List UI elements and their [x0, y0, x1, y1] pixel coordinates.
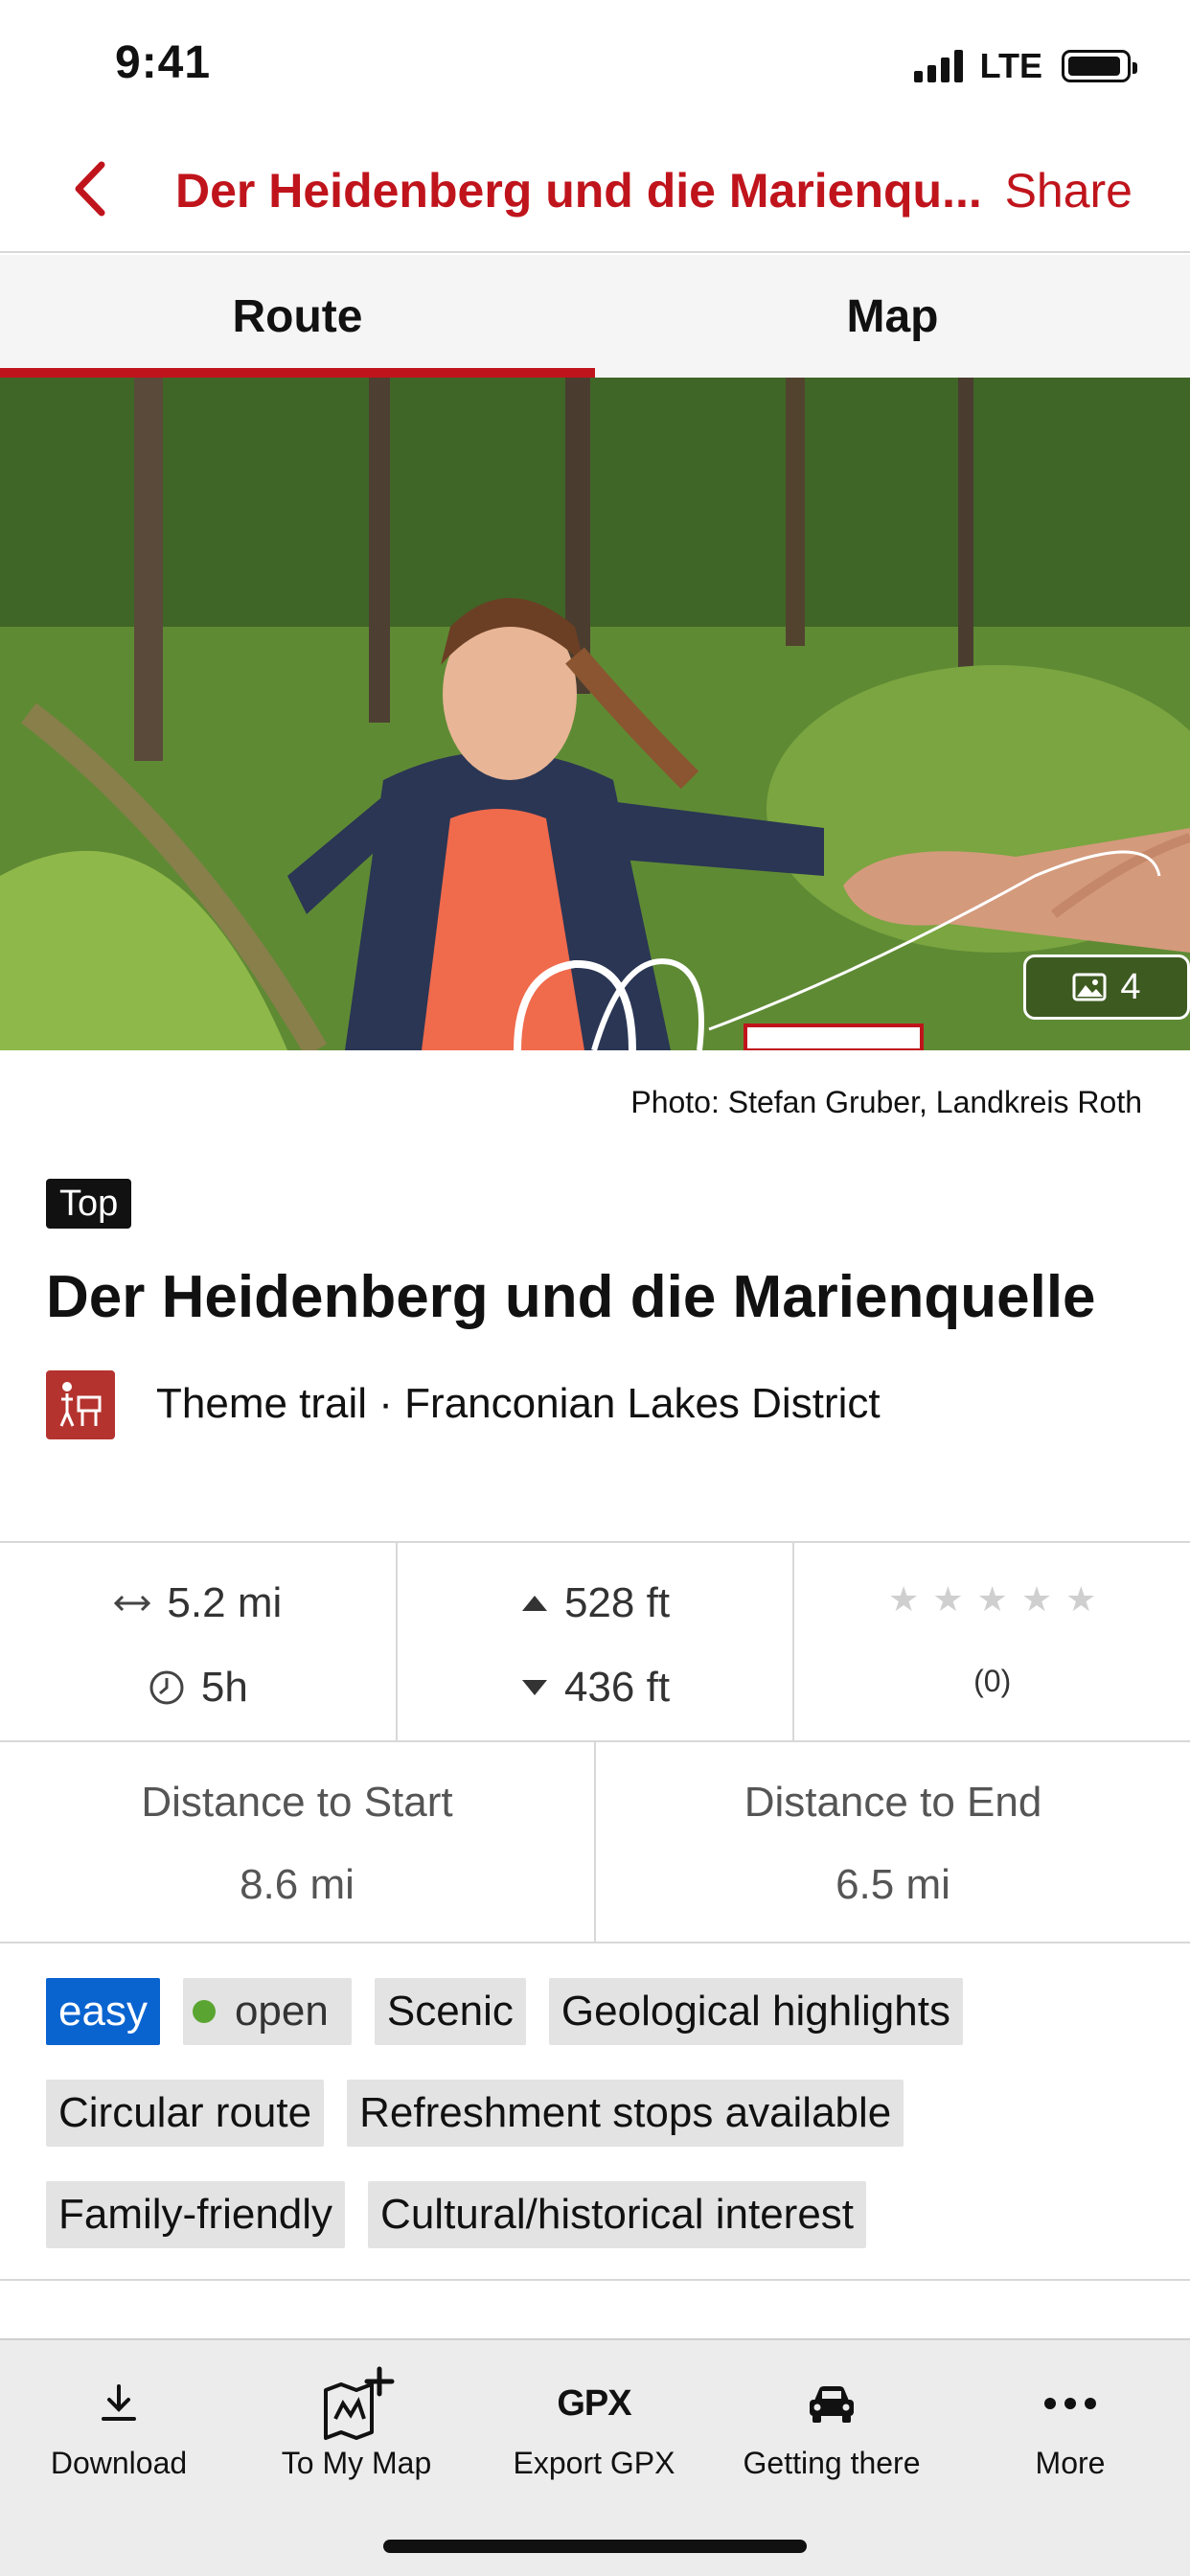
- back-button[interactable]: [57, 155, 125, 222]
- star-icon: ★: [1065, 1579, 1097, 1619]
- ascent-value: 528 ft: [563, 1579, 671, 1626]
- gpx-icon: GPX: [557, 2382, 631, 2424]
- tag-item: Scenic: [374, 1978, 526, 2045]
- rating-count: (0): [973, 1664, 1012, 1698]
- clock-icon: [149, 1670, 184, 1705]
- photo-count-badge[interactable]: 4: [1023, 954, 1190, 1020]
- getting-there-button[interactable]: Getting there: [713, 2340, 950, 2494]
- more-dots-icon: [1044, 2398, 1096, 2409]
- image-icon: [1072, 973, 1107, 1001]
- stats-grid: 5.2 mi 5h 528 ft 436 ft ★ ★ ★ ★ ★ (0): [0, 1541, 1190, 1742]
- to-my-map-label: To My Map: [281, 2446, 432, 2480]
- export-gpx-label: Export GPX: [513, 2446, 675, 2480]
- distance-to-end-label: Distance to End: [744, 1779, 1042, 1826]
- tab-map[interactable]: Map: [595, 255, 1190, 378]
- star-icon: ★: [1020, 1579, 1053, 1619]
- signal-icon: [913, 50, 963, 82]
- car-icon: [810, 2386, 854, 2423]
- map-add-icon: [324, 2366, 395, 2440]
- category-text: Theme trail · Franconian Lakes District: [156, 1380, 881, 1427]
- stats-rating[interactable]: ★ ★ ★ ★ ★ (0): [792, 1543, 1190, 1740]
- download-icon: [102, 2384, 136, 2421]
- photo-count: 4: [1120, 966, 1141, 1007]
- theme-trail-icon: [46, 1370, 115, 1439]
- to-my-map-button[interactable]: To My Map: [238, 2340, 475, 2494]
- distance-to-start-value: 8.6 mi: [240, 1861, 355, 1908]
- hero-illustration: [0, 378, 1190, 1050]
- tag-list: easy open Scenic Geological highlights C…: [46, 1978, 1157, 2283]
- star-icon: ★: [887, 1579, 920, 1619]
- status-indicators: LTE: [913, 46, 1137, 86]
- duration-value: 5h: [200, 1664, 248, 1711]
- tag-item: Refreshment stops available: [347, 2080, 904, 2147]
- more-label: More: [1035, 2446, 1106, 2480]
- more-button[interactable]: More: [950, 2340, 1190, 2494]
- descent-value: 436 ft: [563, 1664, 671, 1711]
- status-label: open: [234, 1988, 329, 2035]
- hero-photo[interactable]: 4: [0, 378, 1190, 1050]
- distance-to-start-label: Distance to Start: [141, 1779, 453, 1826]
- photo-credit: Photo: Stefan Gruber, Landkreis Roth: [630, 1085, 1142, 1119]
- stats-elevation: 528 ft 436 ft: [395, 1543, 793, 1740]
- ascent-icon: [521, 1596, 547, 1611]
- tab-bar: Route Map: [0, 255, 1190, 378]
- difficulty-tag: easy: [46, 1978, 160, 2045]
- tag-item: Geological highlights: [548, 1978, 963, 2045]
- descent-icon: [521, 1680, 547, 1695]
- home-indicator[interactable]: [383, 2540, 807, 2553]
- share-button[interactable]: Share: [1005, 163, 1133, 218]
- chevron-left-icon: [75, 161, 105, 217]
- top-badge: Top: [46, 1179, 132, 1229]
- star-icon: ★: [932, 1579, 964, 1619]
- distance-icon: [114, 1595, 151, 1612]
- tag-item: Circular route: [46, 2080, 325, 2147]
- download-button[interactable]: Download: [0, 2340, 238, 2494]
- distance-value: 5.2 mi: [167, 1579, 283, 1626]
- rating-stars: ★ ★ ★ ★ ★: [888, 1579, 1096, 1620]
- distance-to-end-value: 6.5 mi: [835, 1861, 950, 1908]
- download-label: Download: [50, 2446, 188, 2480]
- status-dot-icon: [192, 2000, 216, 2023]
- distance-to-start: Distance to Start 8.6 mi: [0, 1742, 594, 1942]
- battery-icon: [1062, 50, 1137, 82]
- network-label: LTE: [979, 46, 1042, 85]
- status-tag: open: [182, 1978, 352, 2045]
- nav-title: Der Heidenberg und die Marienqu...: [175, 164, 982, 218]
- status-time: 9:41: [115, 37, 212, 88]
- stats-distance-duration: 5.2 mi 5h: [0, 1543, 396, 1740]
- getting-there-label: Getting there: [743, 2446, 921, 2480]
- tag-item: Cultural/historical interest: [368, 2181, 867, 2248]
- status-bar: 9:41 LTE: [0, 0, 1190, 126]
- route-title: Der Heidenberg und die Marienquelle: [46, 1264, 1096, 1330]
- tag-item: Family-friendly: [46, 2181, 346, 2248]
- nav-bar: Der Heidenberg und die Marienqu... Share: [0, 126, 1190, 253]
- distance-panel: Distance to Start 8.6 mi Distance to End…: [0, 1742, 1190, 1944]
- distance-to-end: Distance to End 6.5 mi: [594, 1742, 1190, 1942]
- section-divider: [0, 2279, 1190, 2281]
- tab-route[interactable]: Route: [0, 255, 595, 378]
- export-gpx-button[interactable]: GPX Export GPX: [475, 2340, 713, 2494]
- star-icon: ★: [976, 1579, 1008, 1619]
